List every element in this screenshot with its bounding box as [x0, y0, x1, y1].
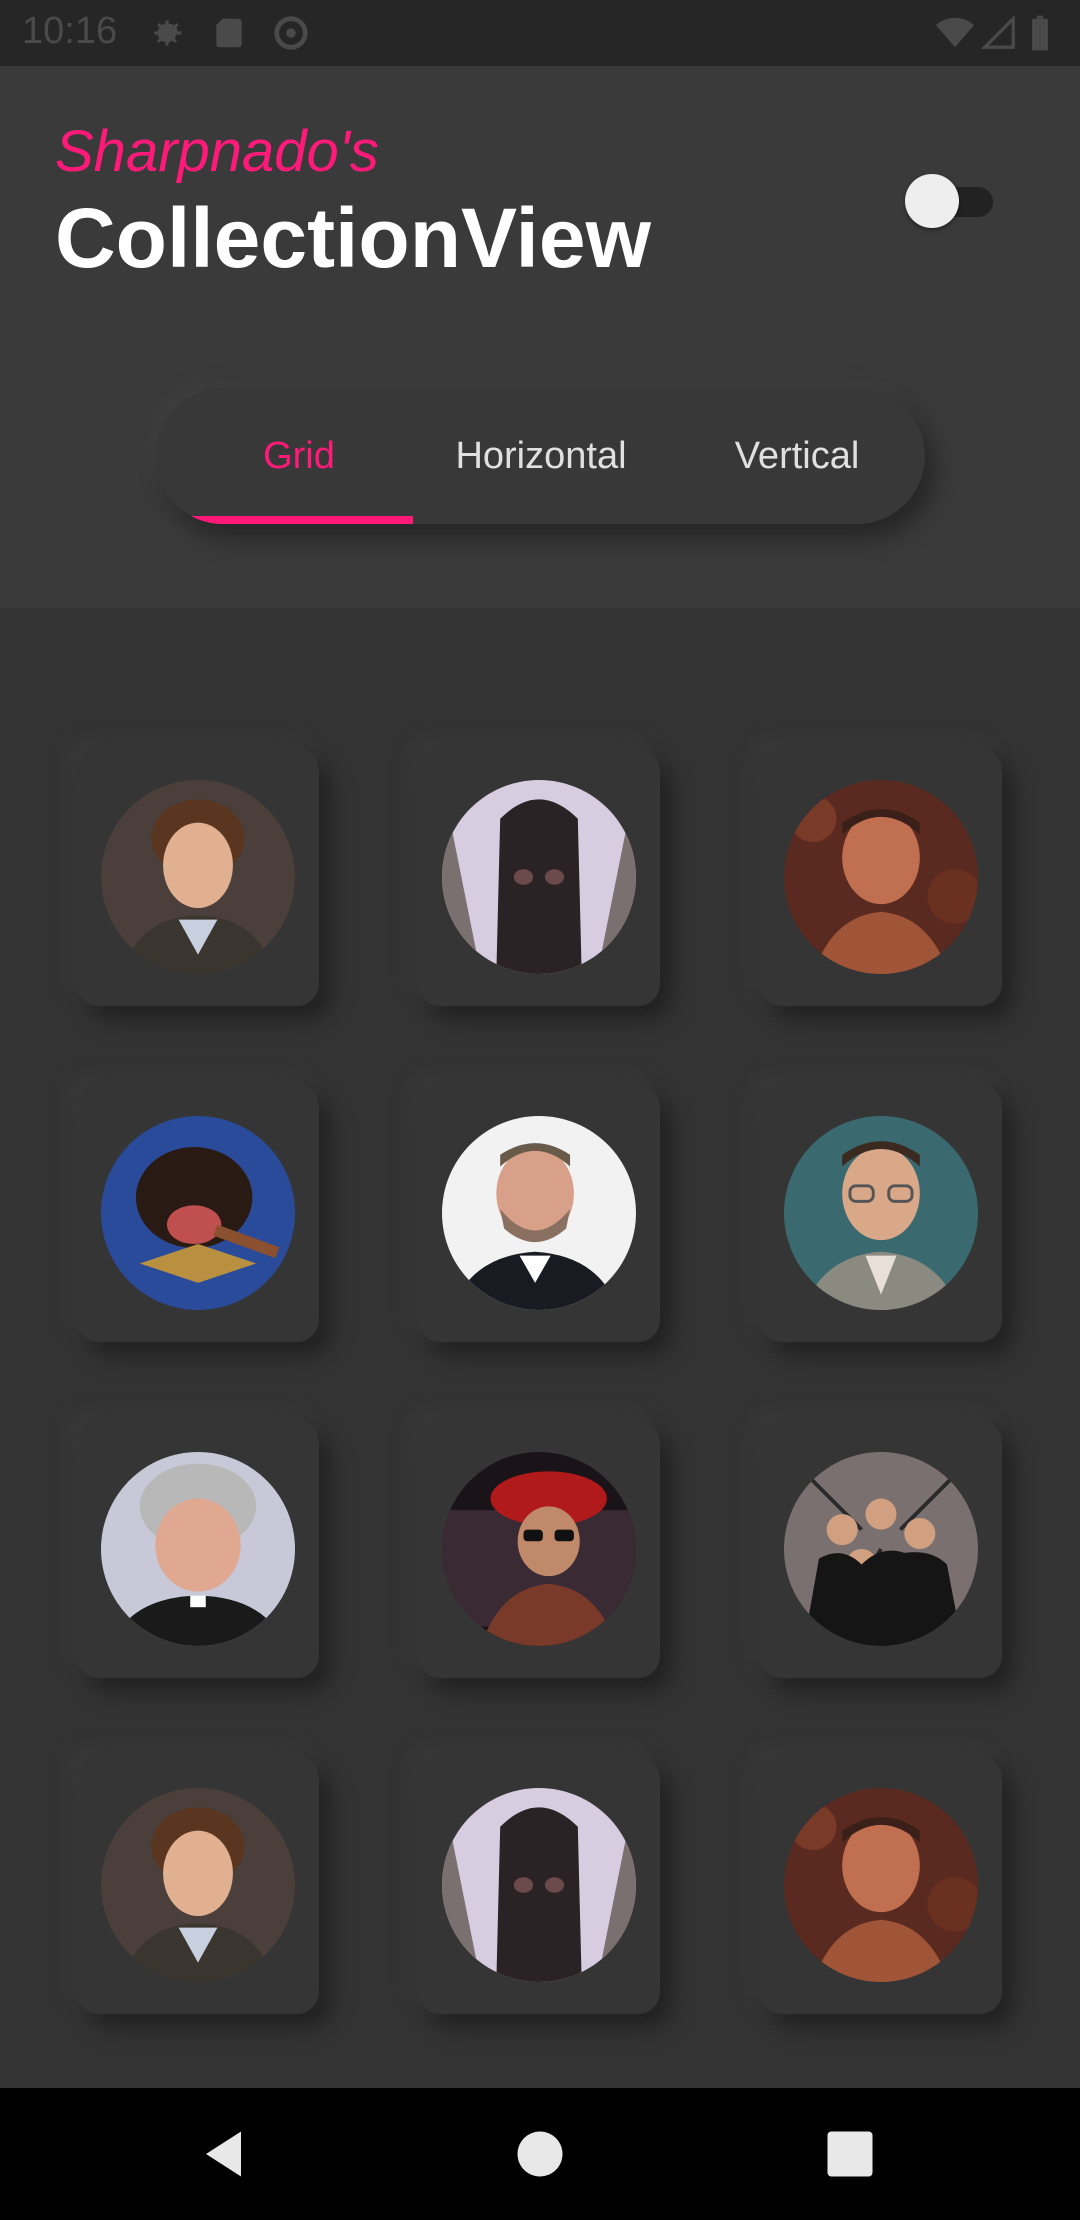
bearded-man-suit-portrait [442, 1116, 636, 1310]
app-subtitle: Sharpnado's [55, 119, 379, 184]
sync-icon [272, 14, 310, 52]
tab-grid[interactable]: Grid [185, 388, 413, 524]
grid-item[interactable] [760, 1756, 1002, 2014]
tab-horizontal[interactable]: Horizontal [413, 388, 669, 524]
grid-item[interactable] [418, 1756, 660, 2014]
grid-item[interactable] [760, 748, 1002, 1006]
man-curly-hair-suit-portrait [101, 1788, 295, 1982]
signal-icon [980, 14, 1018, 52]
man-glasses-suit-portrait [784, 1116, 978, 1310]
tab-bar: Grid Horizontal Vertical [155, 388, 925, 524]
sd-card-icon [210, 14, 248, 52]
status-time: 10:16 [22, 10, 118, 52]
page-title: CollectionView [55, 191, 651, 285]
tree-creature-portrait [442, 1788, 636, 1982]
grid-item[interactable] [418, 1084, 660, 1342]
back-icon[interactable] [196, 2124, 256, 2184]
action-hero-portrait [784, 780, 978, 974]
grid-item[interactable] [418, 1420, 660, 1678]
navigation-bar [0, 2088, 1080, 2220]
tab-vertical[interactable]: Vertical [669, 388, 925, 524]
grid-item[interactable] [760, 1420, 1002, 1678]
tree-creature-portrait [442, 780, 636, 974]
home-icon[interactable] [510, 2124, 570, 2184]
grid-item[interactable] [77, 1420, 319, 1678]
man-curly-hair-suit-portrait [101, 780, 295, 974]
grid-item[interactable] [77, 748, 319, 1006]
grid-item[interactable] [77, 1084, 319, 1342]
settings-icon [148, 14, 186, 52]
header: Sharpnado's CollectionView Grid Horizont… [0, 66, 1080, 608]
puppet-dog-cigar-portrait [101, 1116, 295, 1310]
recents-icon[interactable] [820, 2124, 880, 2184]
collection-grid [0, 608, 1080, 2088]
tab-indicator [185, 516, 413, 524]
grid-item[interactable] [77, 1756, 319, 2014]
status-bar: 10:16 [0, 0, 1080, 66]
toggle-thumb [905, 174, 959, 228]
grid-item[interactable] [418, 748, 660, 1006]
grid-item[interactable] [760, 1084, 1002, 1342]
man-red-hat-glasses-portrait [442, 1452, 636, 1646]
action-hero-portrait [784, 1788, 978, 1982]
grey-haired-priest-portrait [101, 1452, 295, 1646]
battery-icon [1030, 14, 1054, 52]
group-men-suits-portrait [784, 1452, 978, 1646]
wifi-icon [936, 14, 974, 52]
theme-toggle[interactable] [905, 172, 995, 228]
